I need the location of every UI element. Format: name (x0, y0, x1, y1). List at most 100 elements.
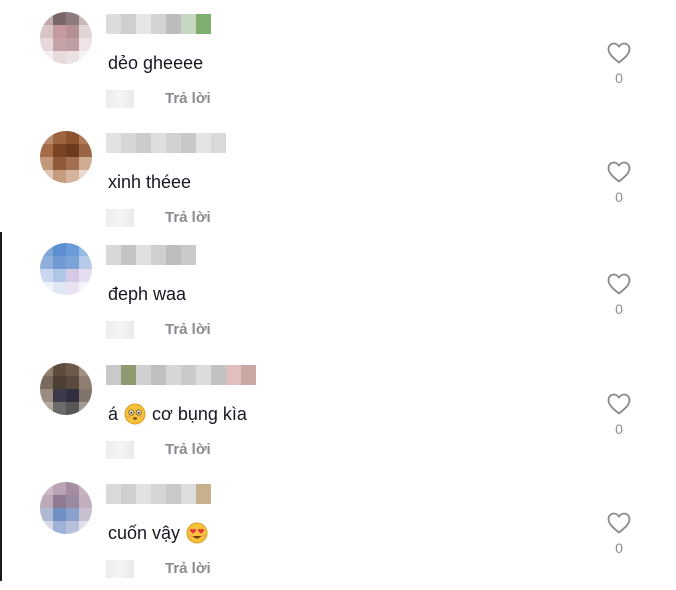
reply-button[interactable]: Trả lời (165, 90, 211, 108)
pixel-block (40, 363, 53, 376)
pixel-block (121, 245, 136, 265)
pixel-block (53, 495, 66, 508)
username-redacted[interactable] (106, 365, 256, 385)
pixel-block (53, 269, 66, 282)
pixel-block (181, 365, 196, 385)
pixel-block (40, 243, 53, 256)
pixel-block (106, 14, 121, 34)
comment-item: á cơ bụng kìa Trả lời 0 (0, 353, 676, 471)
pixel-block (53, 508, 66, 521)
pixel-block (196, 484, 211, 504)
like-control[interactable]: 0 (604, 42, 634, 86)
heart-icon[interactable] (607, 273, 631, 295)
reply-button[interactable]: Trả lời (165, 209, 211, 227)
pixel-block (79, 508, 92, 521)
pixel-block (66, 144, 79, 157)
pixel-block (40, 521, 53, 534)
pixel-block (181, 133, 196, 153)
pixel-block (40, 508, 53, 521)
comment-item: đeph waa Trả lời 0 (0, 233, 676, 351)
pixel-block (79, 157, 92, 170)
pixel-block (66, 131, 79, 144)
comment-text-end: cơ bụng kìa (152, 404, 247, 424)
pixel-block (40, 482, 53, 495)
like-control[interactable]: 0 (604, 512, 634, 556)
heart-icon[interactable] (607, 512, 631, 534)
pixel-block (53, 482, 66, 495)
pixel-block (53, 402, 66, 415)
pixel-block (79, 51, 92, 64)
pixel-block (79, 38, 92, 51)
pixel-block (166, 133, 181, 153)
pixel-block (181, 14, 196, 34)
heart-icon[interactable] (607, 161, 631, 183)
reply-button[interactable]: Trả lời (165, 560, 211, 578)
pixel-block (136, 484, 151, 504)
pixel-block (66, 38, 79, 51)
pixel-block (79, 12, 92, 25)
comment-item: cuốn vậy Trả lời 0 (0, 472, 676, 590)
comment-date-redacted (106, 209, 134, 227)
pixel-block (196, 133, 211, 153)
comment-date-redacted (106, 90, 134, 108)
pixel-block (79, 256, 92, 269)
pixel-block (53, 51, 66, 64)
pixel-block (106, 133, 121, 153)
pixel-block (79, 482, 92, 495)
pixel-block (40, 376, 53, 389)
like-count: 0 (615, 189, 623, 205)
pixel-block (53, 243, 66, 256)
pixel-block (53, 157, 66, 170)
comment-date-redacted (106, 321, 134, 339)
pixel-block (136, 365, 151, 385)
avatar[interactable] (40, 482, 92, 534)
pixel-block (66, 256, 79, 269)
pixel-block (40, 170, 53, 183)
pixel-block (53, 25, 66, 38)
pixel-block (66, 495, 79, 508)
pixel-block (79, 170, 92, 183)
pixel-block (196, 14, 211, 34)
pixel-block (79, 389, 92, 402)
like-control[interactable]: 0 (604, 393, 634, 437)
pixel-block (106, 365, 121, 385)
reply-button[interactable]: Trả lời (165, 441, 211, 459)
comment-text: á cơ bụng kìa (108, 401, 247, 427)
like-control[interactable]: 0 (604, 161, 634, 205)
reply-button[interactable]: Trả lời (165, 321, 211, 339)
heart-icon[interactable] (607, 42, 631, 64)
username-redacted[interactable] (106, 245, 196, 265)
pixel-block (106, 484, 121, 504)
avatar[interactable] (40, 131, 92, 183)
pixel-block (79, 25, 92, 38)
pixel-block (121, 14, 136, 34)
username-redacted[interactable] (106, 14, 211, 34)
pixel-block (66, 170, 79, 183)
username-redacted[interactable] (106, 133, 226, 153)
pixel-block (151, 14, 166, 34)
pixel-block (66, 157, 79, 170)
like-control[interactable]: 0 (604, 273, 634, 317)
pixel-block (53, 256, 66, 269)
pixel-block (53, 38, 66, 51)
pixel-block (121, 133, 136, 153)
pixel-block (79, 521, 92, 534)
pixel-block (79, 363, 92, 376)
username-redacted[interactable] (106, 484, 211, 504)
pixel-block (136, 14, 151, 34)
pixel-block (66, 363, 79, 376)
avatar[interactable] (40, 243, 92, 295)
pixel-block (40, 38, 53, 51)
pixel-block (151, 133, 166, 153)
pixel-block (53, 144, 66, 157)
pixel-block (53, 376, 66, 389)
comment-text: đeph waa (108, 284, 187, 304)
heart-eyes-emoji-icon (186, 522, 208, 544)
pixel-block (196, 365, 211, 385)
comment-item: dẻo gheeee Trả lời 0 (0, 2, 676, 120)
heart-icon[interactable] (607, 393, 631, 415)
avatar[interactable] (40, 363, 92, 415)
avatar[interactable] (40, 12, 92, 64)
pixel-block (66, 402, 79, 415)
comment-text: cuốn vậy (108, 520, 214, 546)
